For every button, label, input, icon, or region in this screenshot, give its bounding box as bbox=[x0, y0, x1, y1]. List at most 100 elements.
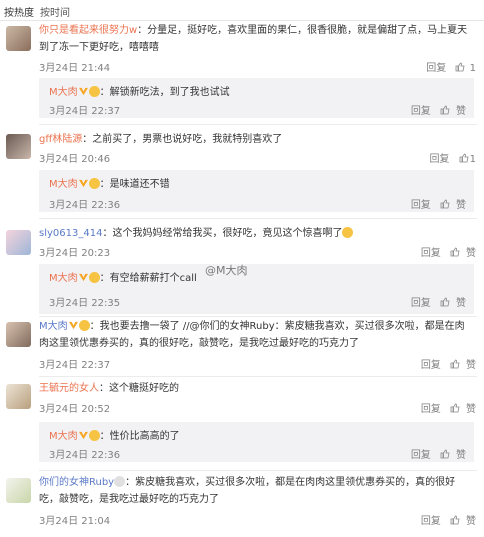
like-label: 赞 bbox=[456, 106, 466, 117]
reply-box: M大肉 ：解锁新吃法，到了我也试试 3月24日 22:37 回复 赞 bbox=[39, 78, 474, 118]
reply-time: 3月24日 22:36 bbox=[49, 200, 121, 211]
avatar[interactable] bbox=[6, 322, 31, 347]
like-label: 赞 bbox=[466, 248, 476, 259]
comment-actions: 回复 1 bbox=[420, 59, 476, 74]
comment-time: 3月24日 22:37 bbox=[39, 360, 111, 371]
verified-badge-icon bbox=[68, 321, 78, 330]
reply-time: 3月24日 22:37 bbox=[49, 106, 121, 117]
reply-button[interactable]: 回复 bbox=[411, 106, 431, 117]
avatar[interactable] bbox=[6, 26, 31, 51]
comment-username[interactable]: 王毓元的女人 bbox=[39, 383, 99, 394]
like-button[interactable]: 赞 bbox=[450, 359, 476, 371]
thumbs-up-icon bbox=[450, 247, 460, 257]
like-count: 1 bbox=[469, 154, 476, 165]
thumbs-up-icon bbox=[450, 515, 460, 525]
emoji-icon bbox=[88, 272, 100, 283]
reply-text: ：解锁新吃法，到了我也试试 bbox=[99, 87, 230, 98]
thumbs-up-icon bbox=[440, 449, 450, 459]
emoji-icon bbox=[342, 227, 354, 238]
emoji-icon bbox=[114, 476, 126, 487]
comment-time: 3月24日 20:46 bbox=[39, 154, 111, 165]
emoji-icon bbox=[88, 178, 100, 189]
like-button[interactable]: 赞 bbox=[450, 247, 476, 259]
reply-box: M大肉 ：性价比高高的了 3月24日 22:36 回复 赞 bbox=[39, 422, 474, 462]
reply-box: M大肉 ：有空给薪薪打个call 3月24日 22:35 回复 赞 bbox=[39, 264, 474, 314]
comment-username[interactable]: 你们的女神Ruby bbox=[39, 477, 114, 488]
like-button[interactable]: 赞 bbox=[440, 449, 466, 461]
avatar[interactable] bbox=[6, 134, 31, 159]
comment-text: ：之前买了，男票也说好吃，我就特别喜欢了 bbox=[82, 134, 283, 145]
reply-text: ：有空给薪薪打个call bbox=[99, 273, 197, 284]
thumbs-up-icon bbox=[459, 153, 469, 163]
comment-text: ：这个糖挺好吃的 bbox=[99, 383, 179, 394]
emoji-icon bbox=[88, 430, 100, 441]
watermark: @M大肉 bbox=[205, 262, 248, 278]
reply-username[interactable]: M大肉 bbox=[49, 273, 78, 284]
comment-text: ：我也要去撸一袋了 //@你们的女神Ruby：紫皮糖我喜欢，买过很多次啦，都是在… bbox=[39, 321, 465, 349]
avatar[interactable] bbox=[6, 230, 31, 255]
avatar[interactable] bbox=[6, 478, 31, 503]
like-button[interactable]: 赞 bbox=[440, 105, 466, 117]
emoji-icon bbox=[88, 86, 100, 97]
comment-time: 3月24日 21:44 bbox=[39, 63, 111, 74]
reply-button[interactable]: 回复 bbox=[411, 298, 431, 309]
comment-username[interactable]: 你只是看起来很努力w bbox=[39, 25, 137, 36]
reply-button[interactable]: 回复 bbox=[411, 450, 431, 461]
thumbs-up-icon bbox=[440, 105, 450, 115]
reply-username[interactable]: M大肉 bbox=[49, 431, 78, 442]
reply-button[interactable]: 回复 bbox=[411, 200, 431, 211]
reply-button[interactable]: 回复 bbox=[429, 154, 449, 165]
thumbs-up-icon bbox=[450, 403, 460, 413]
reply-button[interactable]: 回复 bbox=[421, 404, 441, 415]
divider bbox=[39, 376, 477, 377]
like-label: 赞 bbox=[466, 360, 476, 371]
divider bbox=[39, 316, 477, 317]
like-button[interactable]: 1 bbox=[455, 62, 476, 74]
comment-username[interactable]: M大肉 bbox=[39, 321, 68, 332]
reply-time: 3月24日 22:35 bbox=[49, 298, 121, 309]
like-button[interactable]: 赞 bbox=[450, 403, 476, 415]
comment-text: ：这个我妈妈经常给我买，很好吃，竟见这个惊喜啊了 bbox=[102, 228, 343, 239]
thumbs-up-icon bbox=[440, 297, 450, 307]
emoji-icon bbox=[78, 320, 90, 331]
reply-button[interactable]: 回复 bbox=[426, 63, 446, 74]
tab-by-time[interactable]: 按时间 bbox=[40, 4, 70, 19]
verified-badge-icon bbox=[78, 179, 88, 188]
reply-text: ：性价比高高的了 bbox=[99, 431, 180, 442]
like-button[interactable]: 赞 bbox=[450, 515, 476, 527]
watermark-text: @M大肉 bbox=[205, 264, 248, 277]
comment-time: 3月24日 20:23 bbox=[39, 248, 111, 259]
sort-tabs: 按热度 按时间 bbox=[0, 0, 484, 21]
divider bbox=[39, 124, 477, 125]
divider bbox=[39, 470, 477, 471]
like-label: 赞 bbox=[466, 404, 476, 415]
like-button[interactable]: 赞 bbox=[440, 297, 466, 309]
like-label: 赞 bbox=[456, 200, 466, 211]
comment-time: 3月24日 21:04 bbox=[39, 516, 111, 527]
reply-button[interactable]: 回复 bbox=[421, 360, 441, 371]
tab-by-popularity[interactable]: 按热度 bbox=[4, 4, 34, 19]
comment-username[interactable]: sly0613_414 bbox=[39, 228, 102, 239]
like-count: 1 bbox=[469, 63, 476, 74]
like-button[interactable]: 赞 bbox=[440, 199, 466, 211]
reply-button[interactable]: 回复 bbox=[421, 248, 441, 259]
comment-time: 3月24日 20:52 bbox=[39, 404, 111, 415]
thumbs-up-icon bbox=[456, 62, 465, 72]
reply-text: ：是味道还不错 bbox=[99, 179, 170, 190]
thumbs-up-icon bbox=[450, 359, 460, 369]
verified-badge-icon bbox=[78, 273, 88, 282]
comment-username[interactable]: gff林陆源 bbox=[39, 134, 82, 145]
reply-username[interactable]: M大肉 bbox=[49, 179, 78, 190]
reply-username[interactable]: M大肉 bbox=[49, 87, 78, 98]
reply-box: M大肉 ：是味道还不错 3月24日 22:36 回复 赞 bbox=[39, 170, 474, 212]
verified-badge-icon bbox=[78, 431, 88, 440]
divider bbox=[39, 218, 477, 219]
avatar[interactable] bbox=[6, 384, 31, 409]
like-label: 赞 bbox=[466, 516, 476, 527]
like-button[interactable]: 1 bbox=[459, 153, 476, 165]
verified-badge-icon bbox=[78, 87, 88, 96]
reply-button[interactable]: 回复 bbox=[421, 516, 441, 527]
thumbs-up-icon bbox=[440, 199, 450, 209]
reply-time: 3月24日 22:36 bbox=[49, 450, 121, 461]
like-label: 赞 bbox=[456, 450, 466, 461]
